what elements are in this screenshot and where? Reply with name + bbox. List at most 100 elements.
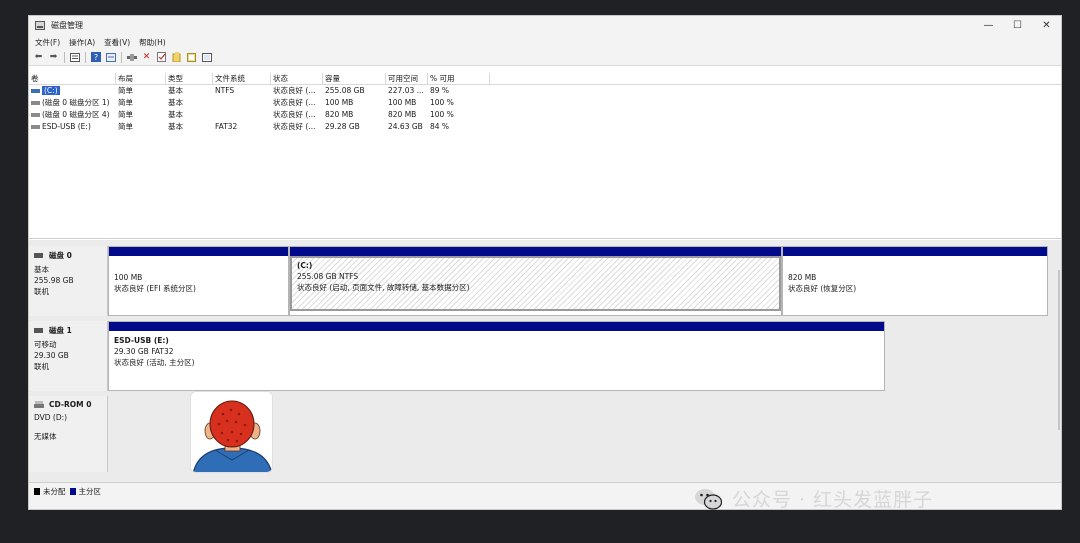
volume-icon bbox=[31, 125, 40, 129]
disk-name: 磁盘 1 bbox=[49, 326, 72, 335]
open-icon[interactable] bbox=[186, 52, 197, 63]
partition-c[interactable]: (C:) 255.08 GB NTFS 状态良好 (启动, 页面文件, 故障转储… bbox=[289, 246, 782, 316]
cell-layout: 简单 bbox=[118, 98, 133, 107]
cell-percent: 100 % bbox=[430, 98, 454, 107]
legend-label: 未分配 bbox=[43, 487, 66, 496]
volume-name: ESD-USB (E:) bbox=[42, 122, 91, 131]
volume-list-header: 卷 布局 类型 文件系统 状态 容量 可用空间 % 可用 bbox=[29, 73, 1061, 85]
watermark-text: 公众号 · 红头发蓝胖子 bbox=[732, 489, 934, 511]
disk-kind: DVD (D:) bbox=[34, 413, 68, 422]
title-bar[interactable]: 磁盘管理 — ☐ ✕ bbox=[29, 16, 1061, 35]
list-view-icon[interactable] bbox=[69, 52, 80, 63]
avatar bbox=[190, 391, 273, 473]
svg-text:?: ? bbox=[93, 53, 97, 62]
legend-swatch bbox=[69, 488, 76, 495]
minimize-button[interactable]: — bbox=[974, 16, 1003, 35]
properties-icon[interactable] bbox=[105, 52, 116, 63]
partition-strip: ESD-USB (E:) 29.30 GB FAT32 状态良好 (活动, 主分… bbox=[108, 321, 1052, 391]
menu-view[interactable]: 查看(V) bbox=[104, 37, 130, 48]
disk-state: 无媒体 bbox=[34, 432, 57, 441]
toolbar: ⬅ ➡ ? ✕ bbox=[29, 49, 1061, 66]
cell-type: 基本 bbox=[168, 86, 183, 95]
legend-item: 主分区 bbox=[69, 486, 102, 497]
cell-type: 基本 bbox=[168, 98, 183, 107]
disk-size: 29.30 GB bbox=[34, 351, 69, 360]
view-icon[interactable] bbox=[201, 52, 212, 63]
menu-help[interactable]: 帮助(H) bbox=[139, 37, 166, 48]
col-capacity[interactable]: 容量 bbox=[323, 73, 386, 84]
partition-strip: 100 MB 状态良好 (EFI 系统分区) (C:) 255.08 GB NT… bbox=[108, 246, 1052, 316]
col-free-space[interactable]: 可用空间 bbox=[386, 73, 428, 84]
cell-layout: 简单 bbox=[118, 86, 133, 95]
partition-recovery[interactable]: 820 MB 状态良好 (恢复分区) bbox=[782, 246, 1048, 316]
partition-title: ESD-USB (E:) bbox=[114, 336, 169, 345]
connect-icon[interactable] bbox=[126, 52, 137, 63]
cell-percent: 100 % bbox=[430, 110, 454, 119]
disk-row-1: 磁盘 1 可移动 29.30 GB 联机 ESD-USB (E:) 29.30 … bbox=[29, 321, 1052, 391]
partition-esd-usb[interactable]: ESD-USB (E:) 29.30 GB FAT32 状态良好 (活动, 主分… bbox=[108, 321, 885, 391]
partition-size: 820 MB bbox=[788, 273, 817, 282]
cell-free: 227.03 ... bbox=[388, 86, 424, 95]
partition-size: 100 MB bbox=[114, 273, 143, 282]
cell-capacity: 100 MB bbox=[325, 98, 354, 107]
close-button[interactable]: ✕ bbox=[1032, 16, 1061, 35]
menu-bar: 文件(F) 操作(A) 查看(V) 帮助(H) bbox=[29, 35, 1061, 49]
cell-filesystem bbox=[213, 97, 271, 109]
cell-filesystem: NTFS bbox=[215, 86, 235, 95]
cell-status: 状态良好 (... bbox=[273, 98, 316, 107]
disk-kind: 可移动 bbox=[34, 340, 57, 349]
disk-size: 255.98 GB bbox=[34, 276, 74, 285]
back-icon[interactable]: ⬅ bbox=[33, 52, 44, 63]
forward-icon[interactable]: ➡ bbox=[48, 52, 59, 63]
partition-size: 255.08 GB NTFS bbox=[297, 272, 359, 281]
disk-graphical-view: 磁盘 0 基本 255.98 GB 联机 100 MB 状态良好 (EFI 系统… bbox=[29, 240, 1061, 482]
col-volume[interactable]: 卷 bbox=[29, 73, 116, 84]
menu-file[interactable]: 文件(F) bbox=[35, 37, 60, 48]
help-icon[interactable]: ? bbox=[90, 52, 101, 63]
disk-kind: 基本 bbox=[34, 265, 49, 274]
partition-status: 状态良好 (活动, 主分区) bbox=[114, 358, 195, 367]
table-row[interactable]: (磁盘 0 磁盘分区 1) 简单 基本 状态良好 (... 100 MB 100… bbox=[29, 97, 1061, 109]
col-percent-free[interactable]: % 可用 bbox=[428, 73, 490, 84]
cdrom-icon bbox=[34, 401, 44, 408]
disk-state: 联机 bbox=[34, 362, 49, 371]
cell-status: 状态良好 (... bbox=[273, 122, 316, 131]
partition-title: (C:) bbox=[297, 261, 313, 270]
cell-capacity: 255.08 GB bbox=[325, 86, 365, 95]
table-row[interactable]: ESD-USB (E:) 简单 基本 FAT32 状态良好 (... 29.28… bbox=[29, 121, 1061, 133]
cell-status: 状态良好 (... bbox=[273, 110, 316, 119]
volume-icon bbox=[31, 101, 40, 105]
table-row[interactable]: (C:) 简单 基本 NTFS 状态良好 (... 255.08 GB 227.… bbox=[29, 85, 1061, 97]
delete-icon[interactable]: ✕ bbox=[141, 52, 152, 63]
col-status[interactable]: 状态 bbox=[271, 73, 323, 84]
maximize-button[interactable]: ☐ bbox=[1003, 16, 1032, 35]
partition-size: 29.30 GB FAT32 bbox=[114, 347, 174, 356]
cell-capacity: 29.28 GB bbox=[325, 122, 360, 131]
wechat-icon bbox=[695, 488, 722, 510]
partition-status: 状态良好 (启动, 页面文件, 故障转储, 基本数据分区) bbox=[297, 283, 470, 292]
col-filesystem[interactable]: 文件系统 bbox=[213, 73, 271, 84]
table-row[interactable]: (磁盘 0 磁盘分区 4) 简单 基本 状态良好 (... 820 MB 820… bbox=[29, 109, 1061, 121]
cell-free: 100 MB bbox=[388, 98, 417, 107]
volume-icon bbox=[31, 89, 40, 93]
menu-action[interactable]: 操作(A) bbox=[69, 37, 95, 48]
disk-management-window: 磁盘管理 — ☐ ✕ 文件(F) 操作(A) 查看(V) 帮助(H) ⬅ ➡ ?… bbox=[28, 15, 1062, 510]
legend-swatch bbox=[34, 488, 40, 495]
disk-label[interactable]: 磁盘 0 基本 255.98 GB 联机 bbox=[29, 246, 108, 316]
check-icon[interactable] bbox=[156, 52, 167, 63]
disk-name: CD-ROM 0 bbox=[49, 400, 92, 409]
disk-label[interactable]: CD-ROM 0 DVD (D:) 无媒体 bbox=[29, 396, 108, 472]
vertical-scrollbar[interactable] bbox=[1058, 270, 1060, 430]
volume-icon bbox=[31, 113, 40, 117]
disk-label[interactable]: 磁盘 1 可移动 29.30 GB 联机 bbox=[29, 321, 108, 391]
cell-percent: 89 % bbox=[430, 86, 450, 95]
legend-label: 主分区 bbox=[78, 487, 102, 496]
col-type[interactable]: 类型 bbox=[166, 73, 213, 84]
disk-state: 联机 bbox=[34, 287, 49, 296]
col-layout[interactable]: 布局 bbox=[116, 73, 166, 84]
folder-icon[interactable] bbox=[171, 52, 182, 63]
cell-filesystem: FAT32 bbox=[215, 122, 238, 131]
partition-efi[interactable]: 100 MB 状态良好 (EFI 系统分区) bbox=[108, 246, 289, 316]
cell-status: 状态良好 (... bbox=[273, 86, 316, 95]
volume-name: (磁盘 0 磁盘分区 4) bbox=[42, 110, 110, 119]
